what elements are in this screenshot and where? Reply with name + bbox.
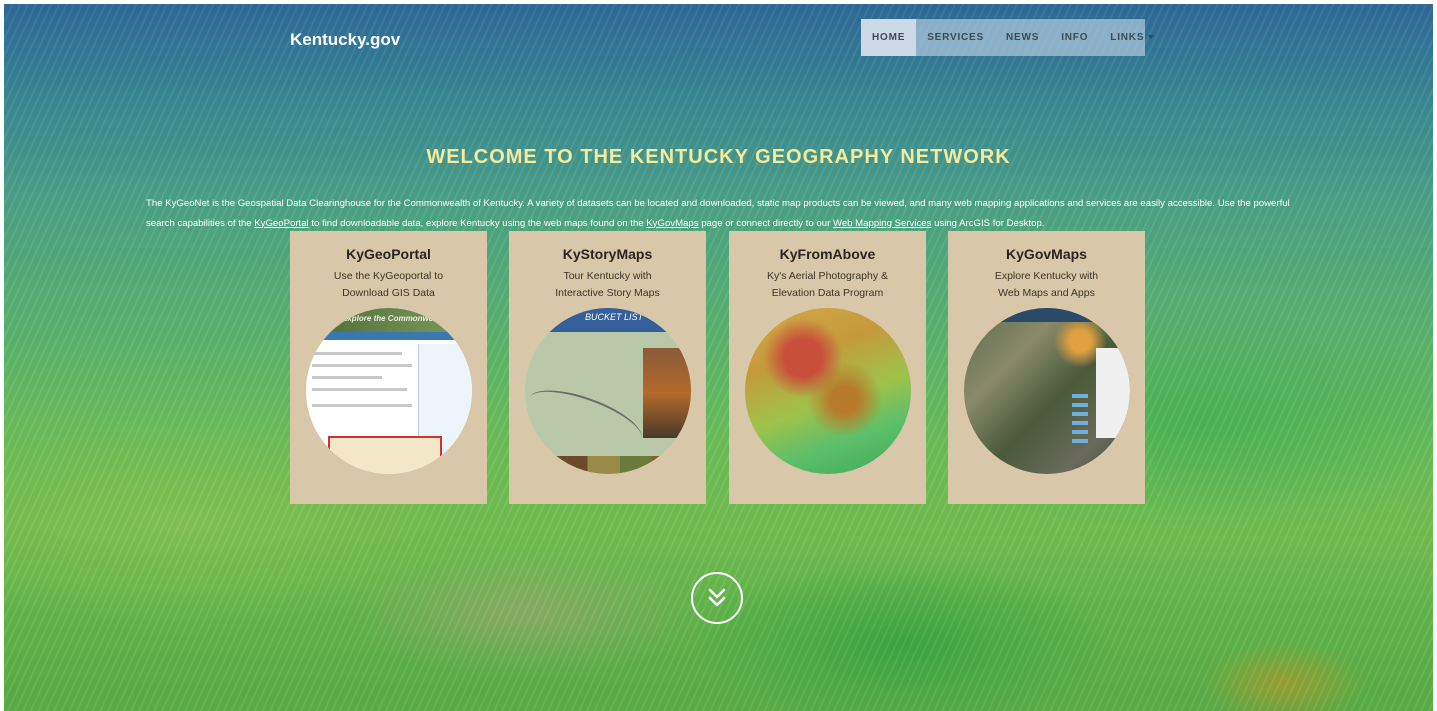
thumbnail-toolbar <box>964 308 1130 322</box>
thumbnail-river <box>525 378 649 460</box>
scroll-down-button[interactable] <box>691 572 743 624</box>
card-desc-line-2: Download GIS Data <box>342 287 435 299</box>
thumbnail-banner: Explore the Commonwealth! <box>306 308 472 332</box>
nav-info[interactable]: INFO <box>1050 19 1099 56</box>
nav-services[interactable]: SERVICES <box>916 19 995 56</box>
intro-text-2: to find downloadable data, explore Kentu… <box>308 217 647 229</box>
intro-paragraph: The KyGeoNet is the Geospatial Data Clea… <box>146 194 1291 234</box>
card-title: KyGeoPortal <box>346 246 431 262</box>
card-desc-line-1: Tour Kentucky with <box>563 270 652 282</box>
card-title: KyFromAbove <box>779 246 876 262</box>
card-kygeoportal[interactable]: KyGeoPortal Use the KyGeoportal to Downl… <box>290 231 487 504</box>
caret-down-icon <box>1148 35 1155 40</box>
card-desc-line-1: Use the KyGeoportal to <box>333 270 444 282</box>
card-kygovmaps[interactable]: KyGovMaps Explore Kentucky with Web Maps… <box>948 231 1145 504</box>
web-mapping-services-link[interactable]: Web Mapping Services <box>833 218 931 229</box>
thumbnail-banner: BUCKET LIST <box>525 308 691 332</box>
nav-links-label: LINKS <box>1110 32 1145 43</box>
thumbnail-photo <box>643 348 691 438</box>
kygeoportal-thumbnail[interactable]: Explore the Commonwealth! <box>306 308 472 474</box>
kyfromabove-thumbnail[interactable] <box>745 308 911 474</box>
card-desc-line-1: Ky's Aerial Photography & <box>766 270 889 282</box>
thumbnail-banner-text: BUCKET LIST <box>585 312 644 322</box>
hero-background: Kentucky.gov HOME SERVICES NEWS INFO LIN… <box>4 4 1433 711</box>
thumbnail-line <box>312 388 407 391</box>
thumbnail-line <box>312 376 382 379</box>
card-kyfromabove[interactable]: KyFromAbove Ky's Aerial Photography & El… <box>729 231 926 504</box>
brand-link[interactable]: Kentucky.gov <box>290 30 400 50</box>
card-desc-line-2: Elevation Data Program <box>771 287 884 299</box>
kygeoportal-link[interactable]: KyGeoPortal <box>254 218 308 229</box>
nav-news[interactable]: NEWS <box>995 19 1050 56</box>
thumbnail-banner-text: Explore the Commonwealth! <box>342 314 451 323</box>
card-title: KyStoryMaps <box>562 246 653 262</box>
card-desc-line-2: Web Maps and Apps <box>998 287 1095 299</box>
thumbnail-tabs <box>306 332 472 340</box>
nav-home[interactable]: HOME <box>861 19 917 56</box>
nav-links-dropdown[interactable]: LINKS <box>1099 19 1165 56</box>
card-desc-line-1: Explore Kentucky with <box>994 270 1099 282</box>
intro-text-4: using ArcGIS for Desktop. <box>931 217 1045 229</box>
thumbnail-map-pins <box>1072 394 1088 444</box>
thumbnail-popup-panel <box>1096 348 1130 438</box>
top-nav: HOME SERVICES NEWS INFO LINKS <box>861 19 1155 56</box>
card-title: KyGovMaps <box>1006 246 1087 262</box>
card-kystorymaps[interactable]: KyStoryMaps Tour Kentucky with Interacti… <box>509 231 706 504</box>
thumbnail-photo-strip <box>555 456 685 474</box>
kystorymaps-thumbnail[interactable]: BUCKET LIST <box>525 308 691 474</box>
thumbnail-map <box>328 436 442 474</box>
double-chevron-down-icon <box>708 588 726 607</box>
thumbnail-line <box>312 404 412 407</box>
kygovmaps-link[interactable]: KyGovMaps <box>646 218 698 229</box>
page-title: WELCOME TO THE KENTUCKY GEOGRAPHY NETWOR… <box>426 146 1011 168</box>
kygovmaps-thumbnail[interactable] <box>964 308 1130 474</box>
thumbnail-line <box>312 364 412 367</box>
thumbnail-line <box>312 352 402 355</box>
intro-text-3: page or connect directly to our <box>698 217 833 229</box>
card-desc-line-2: Interactive Story Maps <box>555 287 660 299</box>
